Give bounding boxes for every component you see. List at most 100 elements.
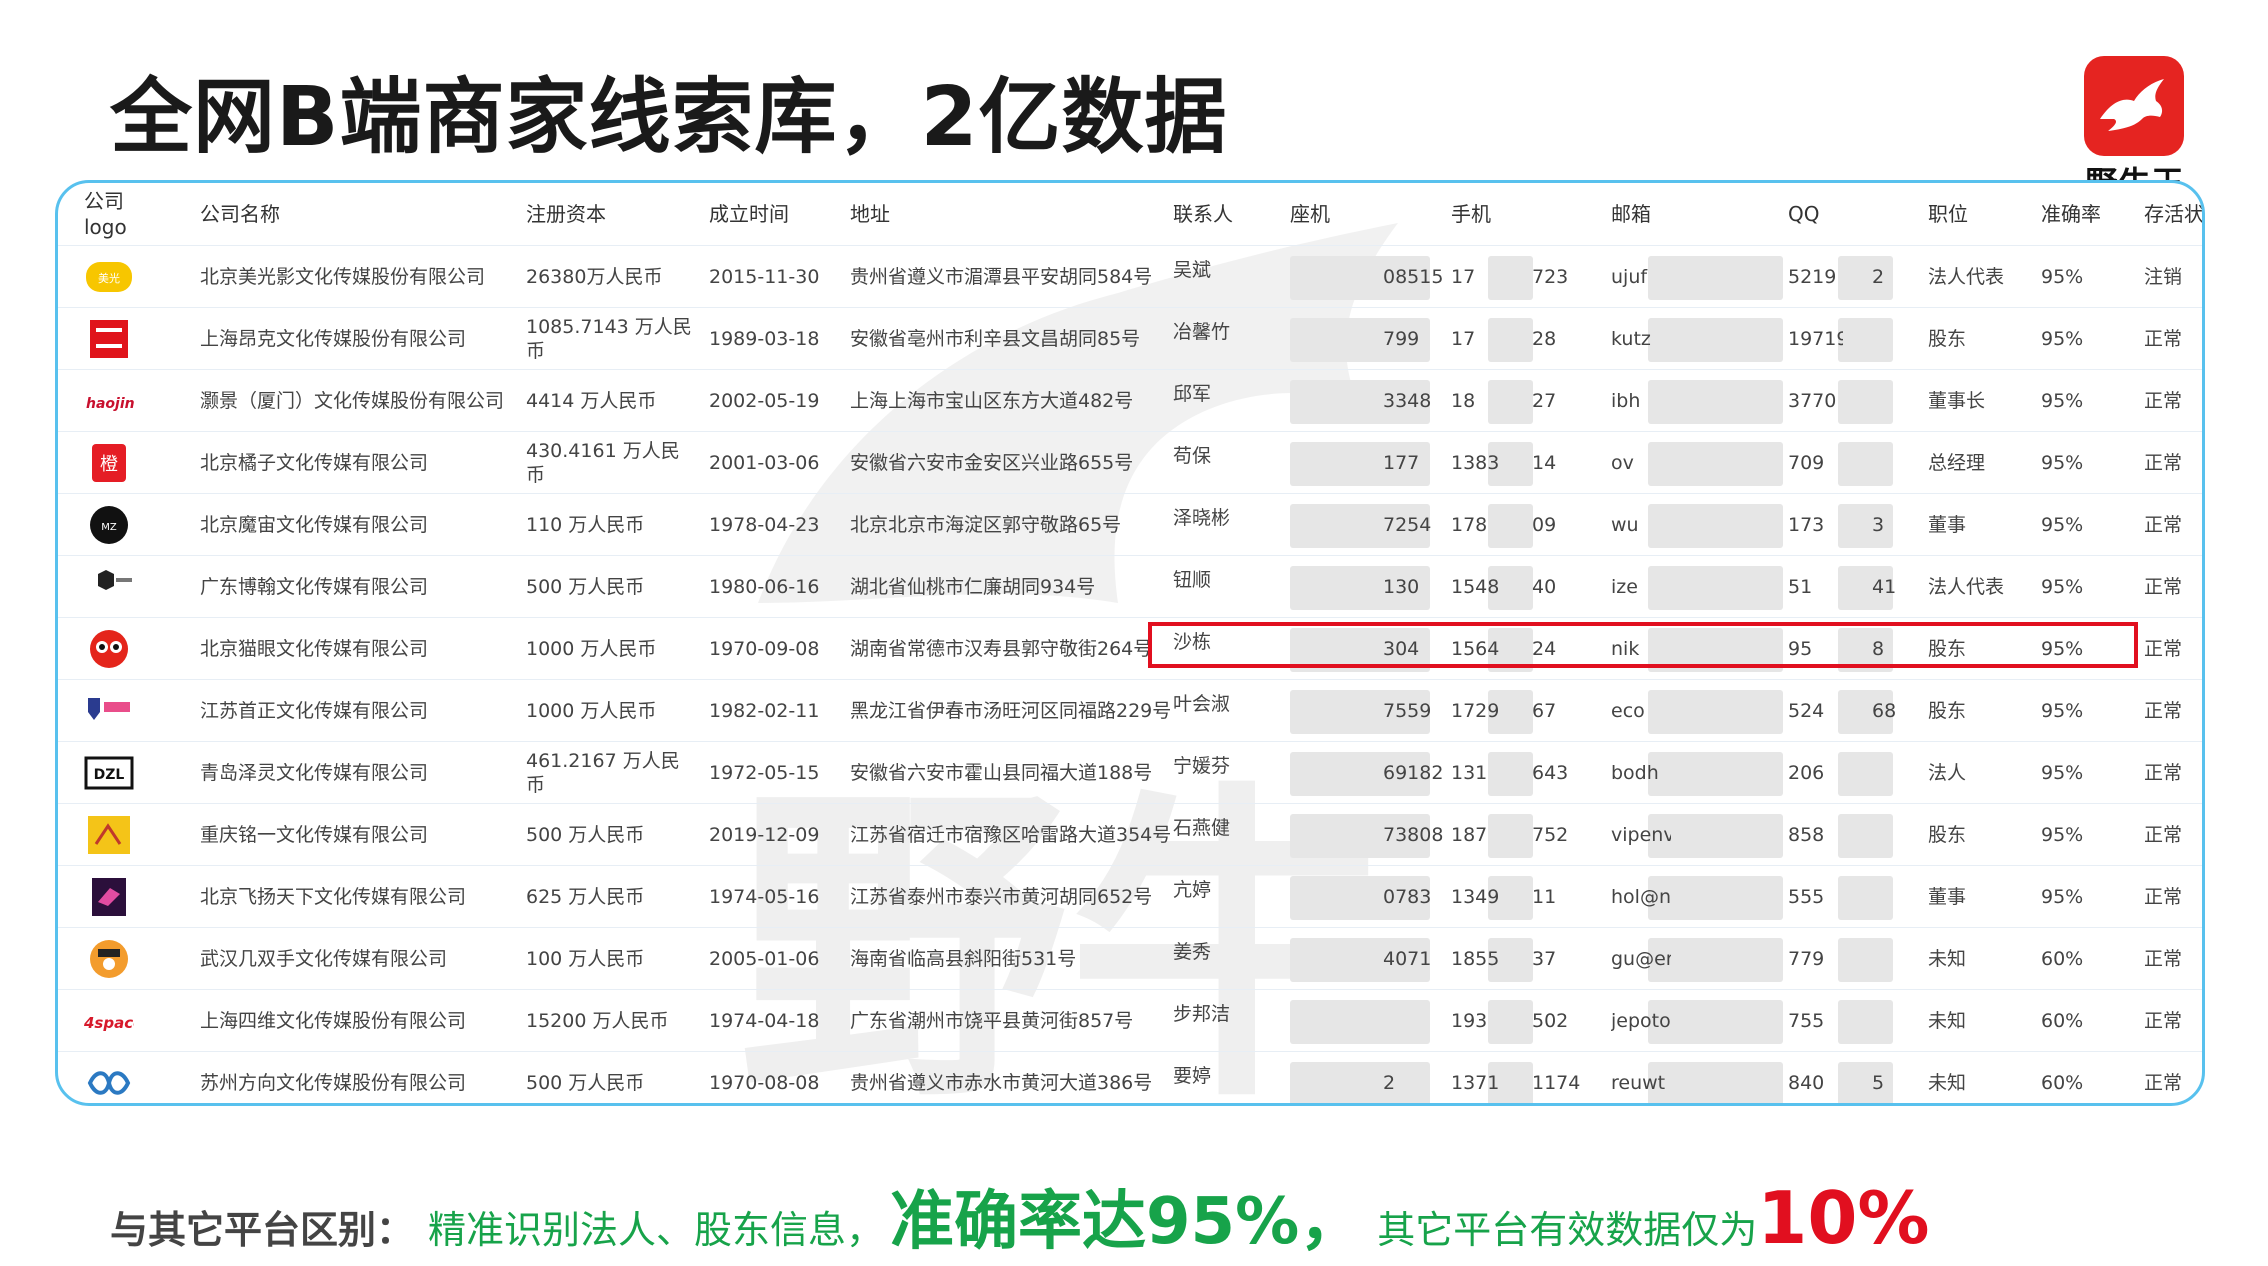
mobile-tail: 40	[1532, 576, 1557, 598]
table-row[interactable]: DZL 青岛泽灵文化传媒有限公司 461.2167 万人民币 1972-05-15 安徽…	[58, 741, 2202, 804]
table-row[interactable]: 橙 北京橘子文化传媒有限公司 430.4161 万人民币 2001-03-06 安徽省六…	[58, 431, 2202, 494]
logo-angke-icon	[84, 318, 134, 360]
table-row[interactable]: 江苏首正文化传媒有限公司 1000 万人民币 1982-02-11 黑龙江省伊春市汤旺…	[58, 679, 2202, 742]
mobile-head: 1349	[1451, 886, 1500, 908]
mobile-head: 1564	[1451, 638, 1500, 660]
table-header-row: 公司logo 公司名称 注册资本 成立时间 地址 联系人 座机 手机 邮箱 QQ…	[58, 183, 2202, 245]
table-row[interactable]: 武汉几双手文化传媒有限公司 100 万人民币 2005-01-06 海南省临高县斜阳街…	[58, 927, 2202, 990]
table-row[interactable]: MZ 北京魔宙文化传媒有限公司 110 万人民币 1978-04-23 北京北京市海淀区…	[58, 493, 2202, 556]
table-row[interactable]: 重庆铭一文化传媒有限公司 500 万人民币 2019-12-09 江苏省宿迁市宿豫区哈…	[58, 803, 2202, 866]
accuracy-rate: 60%	[2041, 1072, 2084, 1094]
company-logo: 美光	[84, 246, 174, 308]
svg-text:美光: 美光	[98, 271, 120, 285]
contact-role: 未知	[1928, 1010, 1967, 1032]
contact-name: 沙栋	[1173, 631, 1212, 653]
qq-head: 755	[1788, 1010, 1825, 1032]
founded-date: 2002-05-19	[709, 390, 820, 412]
footer-percent: 10%	[1757, 1176, 1930, 1260]
company-logo	[84, 618, 174, 680]
founded-date: 1980-06-16	[709, 576, 820, 598]
founded-date: 1974-04-18	[709, 1010, 820, 1032]
email-address: bodh	[1611, 762, 1659, 784]
accuracy-rate: 95%	[2041, 824, 2084, 846]
landline-number: 3348	[1383, 390, 1432, 412]
mobile-tail: 11	[1532, 886, 1557, 908]
founded-date: 1989-03-18	[709, 328, 820, 350]
company-name: 北京魔宙文化传媒有限公司	[200, 514, 429, 536]
company-address: 安徽省亳州市利辛县文昌胡同85号	[850, 328, 1141, 350]
company-status: 注销	[2144, 266, 2183, 288]
svg-text:MZ: MZ	[101, 522, 117, 533]
contact-role: 股东	[1928, 700, 1967, 722]
company-address: 北京北京市海淀区郭守敬路65号	[850, 514, 1122, 536]
registered-capital: 625 万人民币	[526, 886, 645, 908]
header-logo: 公司logo	[84, 189, 127, 239]
page-title: 全网B端商家线索库，2亿数据	[110, 70, 1228, 165]
company-status: 正常	[2144, 638, 2183, 660]
accuracy-rate: 95%	[2041, 638, 2084, 660]
table-row[interactable]: 广东博翰文化传媒有限公司 500 万人民币 1980-06-16 湖北省仙桃市仁廉胡同…	[58, 555, 2202, 618]
mobile-tail: 67	[1532, 700, 1557, 722]
company-name: 广东博翰文化传媒有限公司	[200, 576, 429, 598]
header-mobile: 手机	[1451, 202, 1491, 226]
accuracy-rate: 95%	[2041, 514, 2084, 536]
svg-text:橙: 橙	[100, 454, 118, 475]
email-address: hol@n	[1611, 886, 1671, 908]
landline-number: 4071	[1383, 948, 1432, 970]
qq-head: 709	[1788, 452, 1825, 474]
company-status: 正常	[2144, 824, 2183, 846]
mobile-head: 18551	[1451, 948, 1501, 970]
qq-head: 524	[1788, 700, 1825, 722]
table-row[interactable]: haojing 灏景（厦门）文化传媒股份有限公司 4414 万人民币 2002-05-…	[58, 369, 2202, 432]
company-logo	[84, 308, 174, 370]
landline-number: 130	[1383, 576, 1420, 598]
company-address: 湖南省常德市汉寿县郭守敬街264号	[850, 638, 1153, 660]
svg-text:4space: 4space	[84, 1014, 134, 1032]
logo-shouzheng-icon	[84, 690, 134, 732]
table-row[interactable]: 美光 北京美光影文化传媒股份有限公司 26380万人民币 2015-11-30 贵州省遵…	[58, 245, 2202, 308]
landline-number: 7559	[1383, 700, 1432, 722]
contact-name: 步邦洁	[1173, 1003, 1231, 1025]
qq-tail	[1872, 742, 1912, 804]
logo-mozhou-icon: MZ	[84, 504, 134, 546]
qq-tail	[1872, 990, 1912, 1052]
qq-tail: 68	[1872, 700, 1897, 722]
accuracy-rate: 60%	[2041, 1010, 2084, 1032]
company-name: 苏州方向文化传媒股份有限公司	[200, 1072, 467, 1094]
company-status: 正常	[2144, 1072, 2183, 1094]
mobile-tail: 643	[1532, 762, 1569, 784]
contact-role: 股东	[1928, 638, 1967, 660]
registered-capital: 26380万人民币	[526, 266, 663, 288]
email-address: ov	[1611, 452, 1634, 474]
contact-name: 泽晓彬	[1173, 507, 1231, 529]
logo-jishuang-icon	[84, 938, 134, 980]
mobile-head: 1548	[1451, 576, 1500, 598]
table-row[interactable]: 4space 上海四维文化传媒股份有限公司 15200 万人民币 1974-04-18…	[58, 989, 2202, 1052]
company-address: 广东省潮州市饶平县黄河街857号	[850, 1010, 1134, 1032]
email-address: nik	[1611, 638, 1640, 660]
landline-number: 08515	[1383, 266, 1444, 288]
email-address: vipenv	[1611, 824, 1671, 846]
table-row[interactable]: 北京猫眼文化传媒有限公司 1000 万人民币 1970-09-08 湖南省常德市汉寿县…	[58, 617, 2202, 680]
qq-head: 858	[1788, 824, 1825, 846]
bull-icon	[2084, 56, 2184, 156]
contact-role: 法人代表	[1928, 576, 2005, 598]
mobile-tail: 27	[1532, 390, 1557, 412]
company-name: 北京美光影文化传媒股份有限公司	[200, 266, 486, 288]
mobile-head: 18	[1451, 390, 1476, 412]
table-row[interactable]: 北京飞扬天下文化传媒有限公司 625 万人民币 1974-05-16 江苏省泰州市泰兴…	[58, 865, 2202, 928]
company-status: 正常	[2144, 390, 2183, 412]
svg-text:DZL: DZL	[94, 767, 125, 783]
company-name: 青岛泽灵文化传媒有限公司	[200, 762, 429, 784]
logo-meiguang-icon: 美光	[84, 256, 134, 298]
email-address: gu@er	[1611, 948, 1671, 970]
accuracy-rate: 95%	[2041, 700, 2084, 722]
company-status: 正常	[2144, 700, 2183, 722]
table-row[interactable]: 苏州方向文化传媒股份有限公司 500 万人民币 1970-08-08 贵州省遵义市赤水…	[58, 1051, 2202, 1103]
table-row[interactable]: 上海昂克文化传媒股份有限公司 1085.7143 万人民币 1989-03-18 安徽…	[58, 307, 2202, 370]
contact-role: 总经理	[1928, 452, 1986, 474]
contact-role: 董事长	[1928, 390, 1986, 412]
contact-role: 法人代表	[1928, 266, 2005, 288]
founded-date: 1982-02-11	[709, 700, 820, 722]
landline-number: 0783	[1383, 886, 1432, 908]
